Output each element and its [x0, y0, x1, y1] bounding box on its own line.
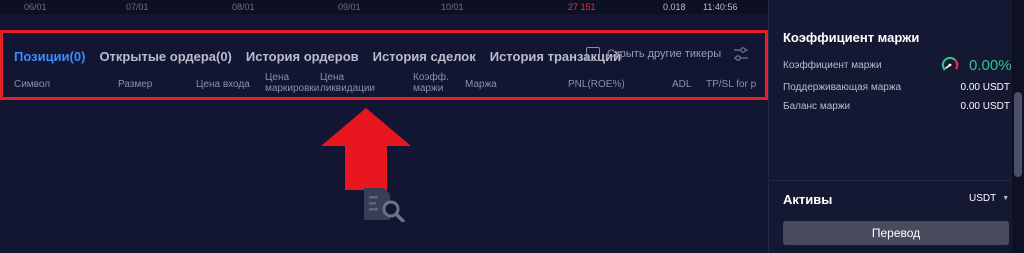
col-margin-ratio: Коэфф. маржи [413, 72, 449, 94]
tab-order-history[interactable]: История ордеров [246, 49, 359, 64]
trade-time: 11:40:56 [703, 2, 738, 12]
col-entry-price: Цена входа [196, 79, 250, 90]
margin-balance-value: 0.00 USDT [960, 101, 1010, 112]
trade-price: 27 151 [568, 2, 596, 12]
date-tick: 10/01 [441, 2, 464, 12]
positions-tab-bar: Позиции(0) Открытые ордера(0) История ор… [14, 46, 635, 66]
hide-other-tickers[interactable]: Скрыть другие тикеры [586, 47, 721, 61]
maintenance-margin-value: 0.00 USDT [960, 82, 1010, 93]
col-margin: Маржа [465, 79, 497, 90]
recent-trade-row: 27 151 0.018 11:40:56 [556, 0, 768, 14]
col-adl: ADL [672, 79, 692, 90]
transfer-button[interactable]: Перевод [783, 221, 1009, 245]
sliders-icon[interactable] [732, 45, 750, 63]
date-tick: 09/01 [338, 2, 361, 12]
margin-ratio-title: Коэффициент маржи [783, 30, 920, 45]
margin-ratio-value: 0.00% [969, 57, 1012, 74]
hide-tickers-checkbox[interactable] [586, 47, 600, 61]
date-tick: 06/01 [24, 2, 47, 12]
chevron-down-icon: ▼ [1002, 195, 1010, 202]
col-pnl-roe: PNL(ROE%) [568, 79, 625, 90]
col-size: Размер [118, 79, 153, 90]
red-arrow-annotation [321, 108, 411, 190]
empty-state-search-icon [364, 188, 405, 222]
tab-open-orders[interactable]: Открытые ордера(0) [99, 49, 231, 64]
margin-ratio-label: Коэффициент маржи [783, 60, 882, 71]
margin-balance-label: Баланс маржи [783, 101, 851, 112]
date-tick: 08/01 [232, 2, 255, 12]
col-tp-sl: TP/SL for p [706, 79, 757, 90]
trade-amount: 0.018 [663, 2, 686, 12]
maintenance-margin-label: Поддерживающая маржа [783, 82, 902, 93]
positions-table-header: Символ Размер Цена входа Цена маркировки… [3, 70, 765, 100]
col-liquidation-price: Цена ликвидации [320, 72, 375, 94]
currency-select[interactable]: USDT ▼ [969, 193, 1009, 204]
scrollbar-thumb[interactable] [1014, 92, 1022, 177]
gauge-icon [941, 56, 959, 71]
assets-title: Активы [783, 192, 833, 207]
tab-trade-history[interactable]: История сделок [373, 49, 476, 64]
positions-tabs-highlight: Позиции(0) Открытые ордера(0) История ор… [0, 30, 768, 100]
tab-positions[interactable]: Позиции(0) [14, 49, 85, 64]
col-symbol: Символ [14, 79, 51, 90]
currency-select-value: USDT [969, 193, 997, 204]
section-divider [769, 180, 1012, 181]
hide-tickers-label: Скрыть другие тикеры [607, 48, 722, 60]
date-tick: 07/01 [126, 2, 149, 12]
